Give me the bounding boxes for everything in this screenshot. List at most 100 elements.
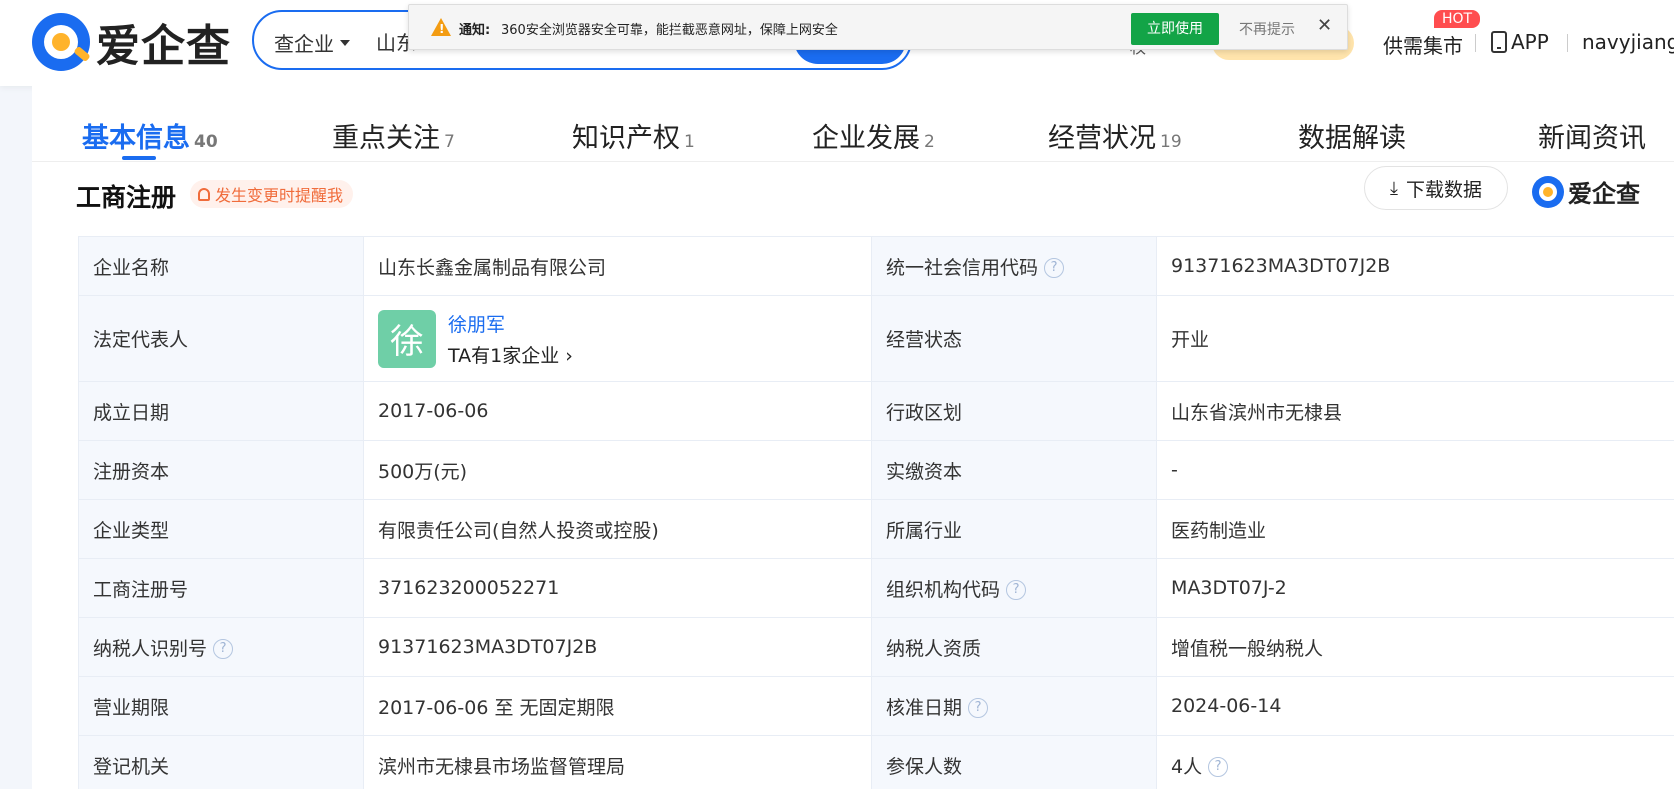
field-label: 所属行业 xyxy=(871,499,1157,559)
legal-rep-companies-link[interactable]: TA有1家企业 › xyxy=(448,341,573,368)
download-label: 下载数据 xyxy=(1405,178,1482,201)
use-now-button[interactable]: 立即使用 xyxy=(1131,13,1219,45)
app-label: APP xyxy=(1511,30,1549,54)
table-row: 注册资本 500万(元) 实缴资本 - xyxy=(78,440,1674,500)
registered-capital-value: 500万(元) xyxy=(363,440,872,500)
approval-date-value: 2024-06-14 xyxy=(1156,676,1674,736)
taxpayer-id-value: 91371623MA3DT07J2B xyxy=(363,617,872,677)
tab-key-focus[interactable]: 重点关注 7 xyxy=(332,116,455,155)
insured-count-cell: 4人? xyxy=(1156,735,1674,789)
help-icon[interactable]: ? xyxy=(968,698,989,718)
tab-count: 2 xyxy=(924,132,935,152)
field-label: 组织机构代码? xyxy=(871,558,1157,618)
active-tab-indicator xyxy=(122,156,156,160)
download-data-button[interactable]: ⤓ 下载数据 xyxy=(1364,166,1508,210)
company-type-value: 有限责任公司(自然人投资或控股) xyxy=(363,499,872,559)
logo-magnifier-icon xyxy=(1532,175,1564,208)
tab-basic-info[interactable]: 基本信息 40 xyxy=(82,116,218,155)
business-term-value: 2017-06-06 至 无固定期限 xyxy=(363,676,872,736)
field-label: 纳税人资质 xyxy=(871,617,1157,677)
tab-operations[interactable]: 经营状况 19 xyxy=(1048,116,1182,155)
table-row: 企业名称 山东长鑫金属制品有限公司 统一社会信用代码? 91371623MA3D… xyxy=(78,236,1674,296)
company-info-panel: 基本信息 40 重点关注 7 知识产权 1 企业发展 2 经营状况 19 数据解读 新闻资… xyxy=(32,86,1674,789)
tab-count: 40 xyxy=(194,132,218,152)
table-row: 企业类型 有限责任公司(自然人投资或控股) 所属行业 医药制造业 xyxy=(78,499,1674,559)
notice-label: 通知: xyxy=(459,23,491,38)
tab-label: 数据解读 xyxy=(1298,123,1406,154)
tab-news[interactable]: 新闻资讯 xyxy=(1538,116,1646,155)
org-code-value: MA3DT07J-2 xyxy=(1156,558,1674,618)
field-label: 成立日期 xyxy=(78,381,364,441)
supply-market-link[interactable]: 供需集市 xyxy=(1383,30,1463,59)
logo-magnifier-icon xyxy=(32,13,90,71)
company-name-value: 山东长鑫金属制品有限公司 xyxy=(363,236,872,296)
tab-intellectual-property[interactable]: 知识产权 1 xyxy=(572,116,695,155)
table-row: 纳税人识别号? 91371623MA3DT07J2B 纳税人资质 增值税一般纳税… xyxy=(78,617,1674,677)
logo-text: 爱企查 xyxy=(96,21,231,72)
dont-remind-link[interactable]: 不再提示 xyxy=(1239,19,1295,39)
tab-count: 1 xyxy=(684,132,695,152)
section-tabs: 基本信息 40 重点关注 7 知识产权 1 企业发展 2 经营状况 19 数据解读 新闻资… xyxy=(32,86,1674,162)
divider xyxy=(1475,34,1476,52)
remind-label: 发生变更时提醒我 xyxy=(215,186,344,205)
table-row: 成立日期 2017-06-06 行政区划 山东省滨州市无棣县 xyxy=(78,381,1674,441)
hot-badge: HOT xyxy=(1434,10,1481,28)
user-account-menu[interactable]: navyjiang0 xyxy=(1582,30,1674,54)
table-row: 登记机关 滨州市无棣县市场监督管理局 参保人数 4人? xyxy=(78,735,1674,789)
avatar[interactable]: 徐 xyxy=(378,309,436,368)
tab-label: 企业发展 xyxy=(812,123,920,154)
tab-label: 新闻资讯 xyxy=(1538,123,1646,154)
change-remind-button[interactable]: 发生变更时提醒我 xyxy=(190,180,354,208)
field-label: 工商注册号 xyxy=(78,558,364,618)
registration-authority-value: 滨州市无棣县市场监督管理局 xyxy=(363,735,872,789)
table-row: 营业期限 2017-06-06 至 无固定期限 核准日期? 2024-06-14 xyxy=(78,676,1674,736)
field-label: 经营状态 xyxy=(871,295,1157,382)
search-type-label: 查企业 xyxy=(274,32,334,56)
field-label: 行政区划 xyxy=(871,381,1157,441)
registration-number-value: 371623200052271 xyxy=(363,558,872,618)
field-label: 登记机关 xyxy=(78,735,364,789)
browser-notification-bar: ! 通知: 360安全浏览器安全可靠，能拦截恶意网址，保障上网安全 立即使用 不… xyxy=(408,4,1348,50)
tab-count: 19 xyxy=(1160,132,1182,152)
field-label: 实缴资本 xyxy=(871,440,1157,500)
region-value: 山东省滨州市无棣县 xyxy=(1156,381,1674,441)
legal-rep-name-link[interactable]: 徐朋军 xyxy=(448,310,573,337)
field-label: 营业期限 xyxy=(78,676,364,736)
search-type-dropdown[interactable]: 查企业 xyxy=(274,28,350,57)
close-icon[interactable]: ✕ xyxy=(1317,15,1332,36)
field-label: 统一社会信用代码? xyxy=(871,236,1157,296)
tab-label: 经营状况 xyxy=(1048,123,1156,154)
warning-icon: ! xyxy=(431,18,451,36)
industry-value: 医药制造业 xyxy=(1156,499,1674,559)
tab-label: 重点关注 xyxy=(332,123,440,154)
app-download-link[interactable]: APP xyxy=(1491,30,1549,54)
download-icon: ⤓ xyxy=(1390,177,1398,199)
site-logo[interactable]: 爱企查 xyxy=(32,10,231,74)
field-label: 注册资本 xyxy=(78,440,364,500)
taxpayer-qualification-value: 增值税一般纳税人 xyxy=(1156,617,1674,677)
help-icon[interactable]: ? xyxy=(1044,258,1065,278)
tab-label: 知识产权 xyxy=(572,123,680,154)
help-icon[interactable]: ? xyxy=(213,639,234,659)
notice-text: 360安全浏览器安全可靠，能拦截恶意网址，保障上网安全 xyxy=(501,23,838,38)
bell-icon xyxy=(198,187,210,201)
tab-development[interactable]: 企业发展 2 xyxy=(812,116,935,155)
caret-down-icon xyxy=(340,39,350,46)
tab-data-insights[interactable]: 数据解读 xyxy=(1298,116,1406,155)
established-date-value: 2017-06-06 xyxy=(363,381,872,441)
watermark-text: 爱企查 xyxy=(1568,180,1640,208)
divider xyxy=(1567,34,1568,52)
field-label: 法定代表人 xyxy=(78,295,364,382)
field-label: 企业类型 xyxy=(78,499,364,559)
help-icon[interactable]: ? xyxy=(1208,757,1229,777)
legal-rep-cell: 徐 徐朋军 TA有1家企业 › xyxy=(363,295,872,382)
brand-watermark: 爱企查 xyxy=(1532,174,1640,209)
field-label: 纳税人识别号? xyxy=(78,617,364,677)
field-label: 核准日期? xyxy=(871,676,1157,736)
operating-status-value: 开业 xyxy=(1156,295,1674,382)
table-row: 工商注册号 371623200052271 组织机构代码? MA3DT07J-2 xyxy=(78,558,1674,618)
help-icon[interactable]: ? xyxy=(1006,580,1027,600)
registration-table: 企业名称 山东长鑫金属制品有限公司 统一社会信用代码? 91371623MA3D… xyxy=(78,236,1674,789)
tab-count: 7 xyxy=(444,132,455,152)
field-label: 企业名称 xyxy=(78,236,364,296)
